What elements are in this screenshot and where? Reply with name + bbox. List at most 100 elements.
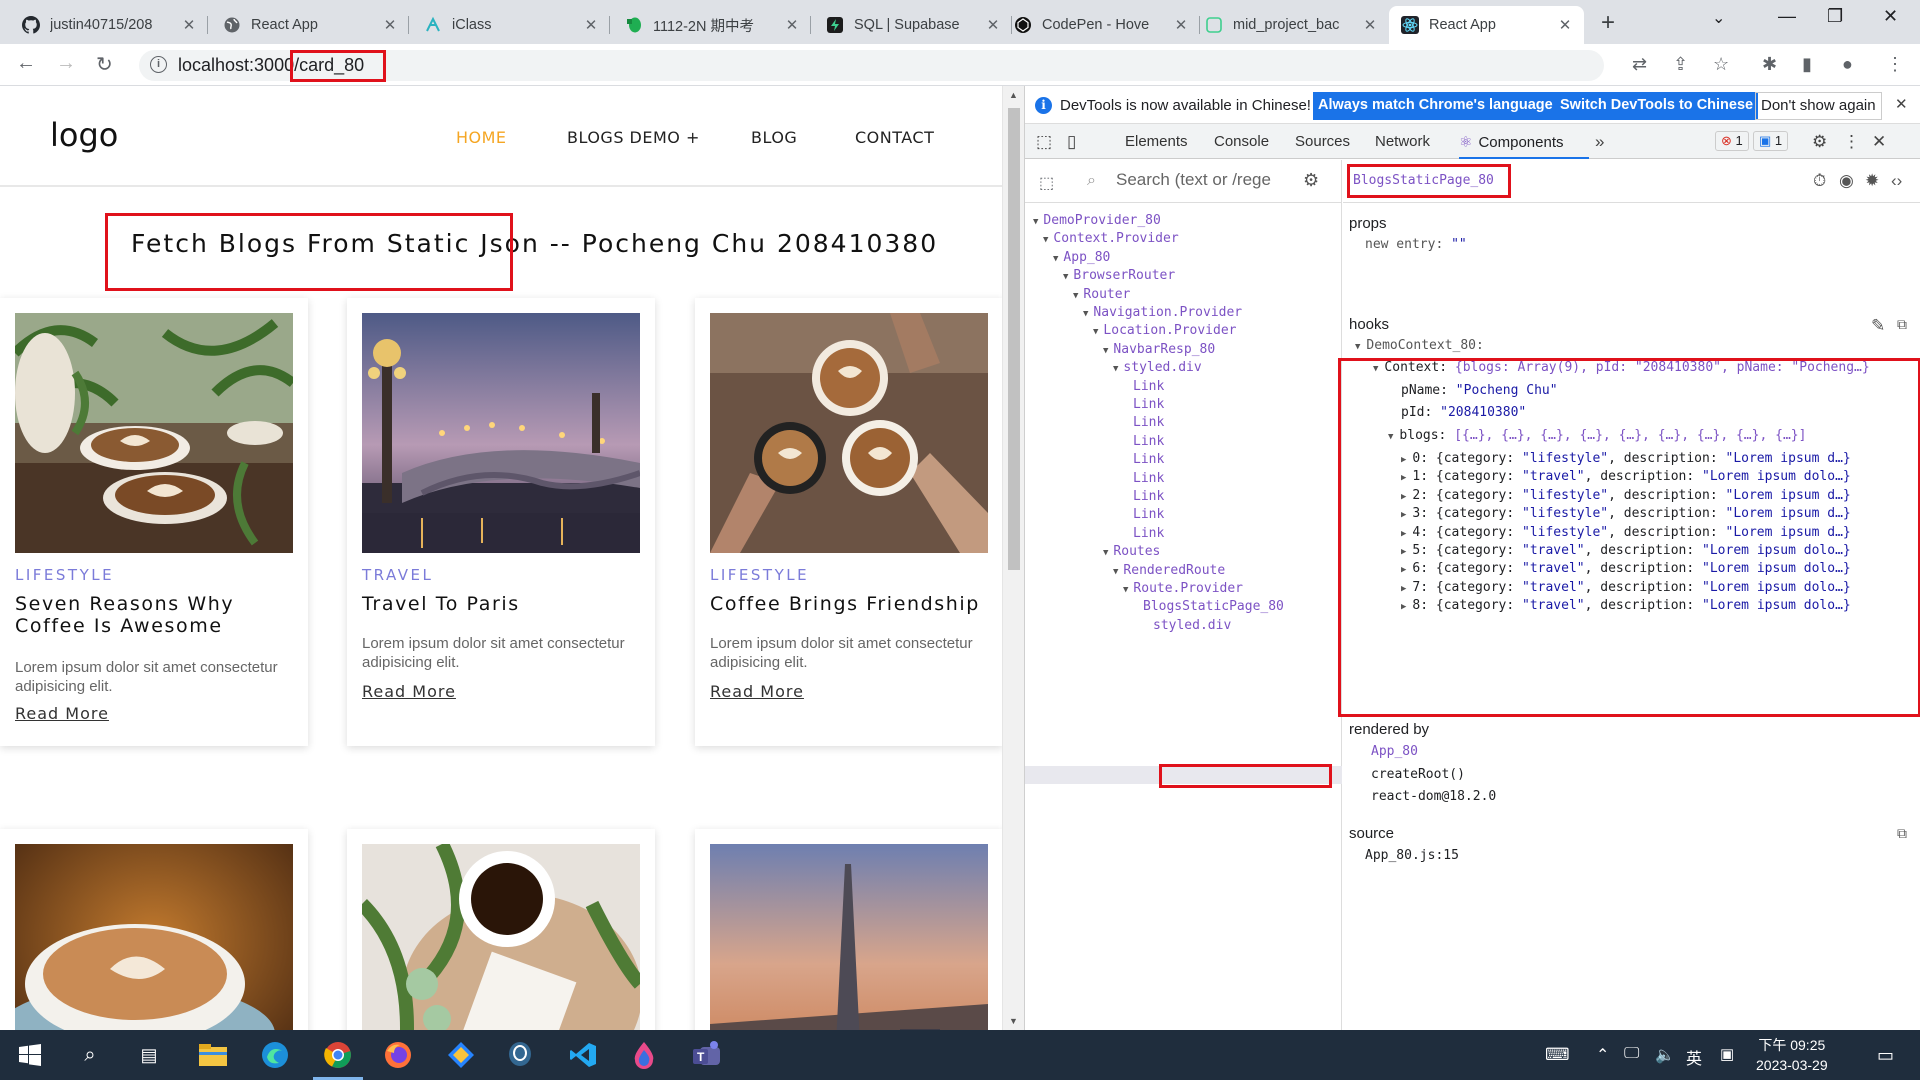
notifications-icon[interactable]: ▭ <box>1877 1045 1894 1066</box>
tree-node[interactable]: styled.div <box>1153 618 1231 633</box>
tree-search-input[interactable]: Search (text or /rege <box>1116 170 1271 190</box>
expand-arrow-icon[interactable]: ▼ <box>1103 346 1108 356</box>
close-window-icon[interactable]: ✕ <box>1883 6 1898 27</box>
bug-icon[interactable]: ✹ <box>1865 171 1879 191</box>
volume-icon[interactable]: 🔈 <box>1655 1045 1675 1065</box>
restore-icon[interactable]: ❐ <box>1827 6 1843 27</box>
nav-blog[interactable]: BLOG <box>751 128 797 147</box>
close-icon[interactable]: ✕ <box>1556 16 1574 34</box>
close-icon[interactable]: ✕ <box>984 16 1002 34</box>
hook-context-name[interactable]: ▼ DemoContext_80: <box>1355 338 1484 353</box>
tree-node[interactable]: BlogsStaticPage_80 <box>1143 599 1284 614</box>
search-icon[interactable]: ⌕ <box>73 1038 107 1072</box>
close-icon[interactable]: ✕ <box>381 16 399 34</box>
page-scrollbar[interactable]: ▲ ▼ <box>1002 86 1024 1030</box>
tree-node[interactable]: ▼ BrowserRouter <box>1063 268 1175 283</box>
tray-expand-icon[interactable]: ⌃ <box>1596 1045 1609 1065</box>
read-more-link[interactable]: Read More <box>362 682 456 701</box>
copy-icon[interactable]: ⧉ <box>1897 316 1907 333</box>
tab-components[interactable]: ⚛ Components <box>1459 124 1589 159</box>
tree-node[interactable]: ▼ Context.Provider <box>1043 231 1179 246</box>
windows-start-icon[interactable] <box>13 1038 47 1072</box>
sourcetree-icon[interactable] <box>444 1038 478 1072</box>
more-tabs-icon[interactable]: » <box>1595 132 1604 152</box>
tab-console[interactable]: Console <box>1214 133 1269 150</box>
tab-search-icon[interactable]: ⌄ <box>1712 8 1725 28</box>
tree-node[interactable]: ▼ NavbarResp_80 <box>1103 342 1215 357</box>
copy-source-icon[interactable]: ⧉ <box>1897 825 1907 842</box>
ime-indicator[interactable]: 英 <box>1686 1045 1702 1069</box>
read-more-link[interactable]: Read More <box>710 682 804 701</box>
network-icon[interactable]: 🖵 <box>1624 1045 1639 1063</box>
rendered-by-item[interactable]: App_80 <box>1371 744 1418 759</box>
tree-node[interactable]: Link <box>1133 507 1164 522</box>
expand-arrow-icon[interactable]: ▼ <box>1043 235 1048 245</box>
edge-icon[interactable] <box>258 1038 292 1072</box>
translate-icon[interactable]: ⇄ <box>1632 54 1647 75</box>
view-source-icon[interactable]: ‹› <box>1891 171 1902 191</box>
parse-hooks-icon[interactable]: ✎ <box>1871 316 1885 336</box>
back-icon[interactable]: ← <box>16 52 36 75</box>
browser-tab[interactable]: iClass ✕ <box>412 6 610 44</box>
browser-tab[interactable]: React App ✕ <box>211 6 409 44</box>
profile-avatar-icon[interactable]: ● <box>1842 54 1853 75</box>
expand-arrow-icon[interactable]: ▼ <box>1113 364 1118 374</box>
settings-gear-icon[interactable]: ⚙ <box>1812 132 1827 152</box>
browser-tab[interactable]: 1112-2N 期中考 ✕ <box>613 6 811 44</box>
extensions-icon[interactable]: ✱ <box>1762 54 1777 75</box>
tree-node[interactable]: Link <box>1133 489 1164 504</box>
expand-arrow-icon[interactable]: ▼ <box>1103 548 1108 558</box>
new-tab-icon[interactable]: + <box>1601 9 1615 37</box>
message-count-badge[interactable]: ▣ 1 <box>1753 131 1789 151</box>
vscode-icon[interactable] <box>566 1038 600 1072</box>
reload-icon[interactable]: ↻ <box>96 52 113 77</box>
close-icon[interactable]: ✕ <box>180 16 198 34</box>
close-icon[interactable]: ✕ <box>582 16 600 34</box>
expand-arrow-icon[interactable]: ▼ <box>1083 309 1088 319</box>
tree-settings-icon[interactable]: ⚙ <box>1303 170 1319 191</box>
expand-arrow-icon[interactable]: ▼ <box>1123 585 1128 595</box>
share-icon[interactable]: ⇪ <box>1673 54 1688 75</box>
close-icon[interactable]: ✕ <box>1361 16 1379 34</box>
error-count-badge[interactable]: ⊗ 1 <box>1715 131 1749 151</box>
eye-icon[interactable]: ◉ <box>1839 171 1854 191</box>
tree-node[interactable]: ▼ Location.Provider <box>1093 323 1236 338</box>
tree-node[interactable]: Link <box>1133 471 1164 486</box>
tree-node[interactable]: ▼ DemoProvider_80 <box>1033 213 1161 228</box>
browser-tab[interactable]: CodePen - Hove ✕ <box>1002 6 1200 44</box>
tab-network[interactable]: Network <box>1375 133 1430 150</box>
postgres-icon[interactable] <box>503 1038 537 1072</box>
forward-icon[interactable]: → <box>56 52 76 75</box>
scroll-up-icon[interactable]: ▲ <box>1009 90 1018 100</box>
expand-arrow-icon[interactable]: ▼ <box>1113 567 1118 577</box>
tab-elements[interactable]: Elements <box>1125 133 1188 150</box>
select-component-icon[interactable]: ⬚ <box>1039 173 1054 193</box>
teams-icon[interactable]: T <box>690 1038 724 1072</box>
browser-tab-active[interactable]: React App ✕ <box>1389 6 1584 44</box>
tree-node[interactable]: ▼ Routes <box>1103 544 1160 559</box>
chrome-icon[interactable] <box>313 1038 363 1080</box>
bookmark-star-icon[interactable]: ☆ <box>1713 54 1729 75</box>
source-value[interactable]: App_80.js:15 <box>1365 848 1459 863</box>
task-view-icon[interactable]: ▤ <box>132 1038 166 1072</box>
device-toolbar-icon[interactable]: ▯ <box>1067 132 1076 152</box>
browser-tab[interactable]: justin40715/208 ✕ <box>10 6 208 44</box>
close-icon[interactable]: ✕ <box>783 16 801 34</box>
browser-tab[interactable]: SQL | Supabase ✕ <box>814 6 1012 44</box>
read-more-link[interactable]: Read More <box>15 704 109 723</box>
dont-show-again-button[interactable]: Don't show again <box>1755 92 1882 120</box>
menu-kebab-icon[interactable]: ⋮ <box>1886 54 1904 75</box>
minimize-icon[interactable]: — <box>1778 6 1796 27</box>
tree-node[interactable]: Link <box>1133 397 1164 412</box>
site-info-icon[interactable]: i <box>150 56 167 73</box>
tab-sources[interactable]: Sources <box>1295 133 1350 150</box>
expand-arrow-icon[interactable]: ▼ <box>1033 217 1038 227</box>
tree-node[interactable]: ▼ Router <box>1073 287 1130 302</box>
file-explorer-icon[interactable] <box>196 1038 230 1072</box>
expand-arrow-icon[interactable]: ▼ <box>1063 272 1068 282</box>
tree-node[interactable]: Link <box>1133 526 1164 541</box>
timer-icon[interactable]: ⏱ <box>1813 171 1826 191</box>
tree-node[interactable]: Link <box>1133 379 1164 394</box>
inspect-element-icon[interactable]: ⬚ <box>1036 132 1052 152</box>
close-icon[interactable]: ✕ <box>1172 16 1190 34</box>
